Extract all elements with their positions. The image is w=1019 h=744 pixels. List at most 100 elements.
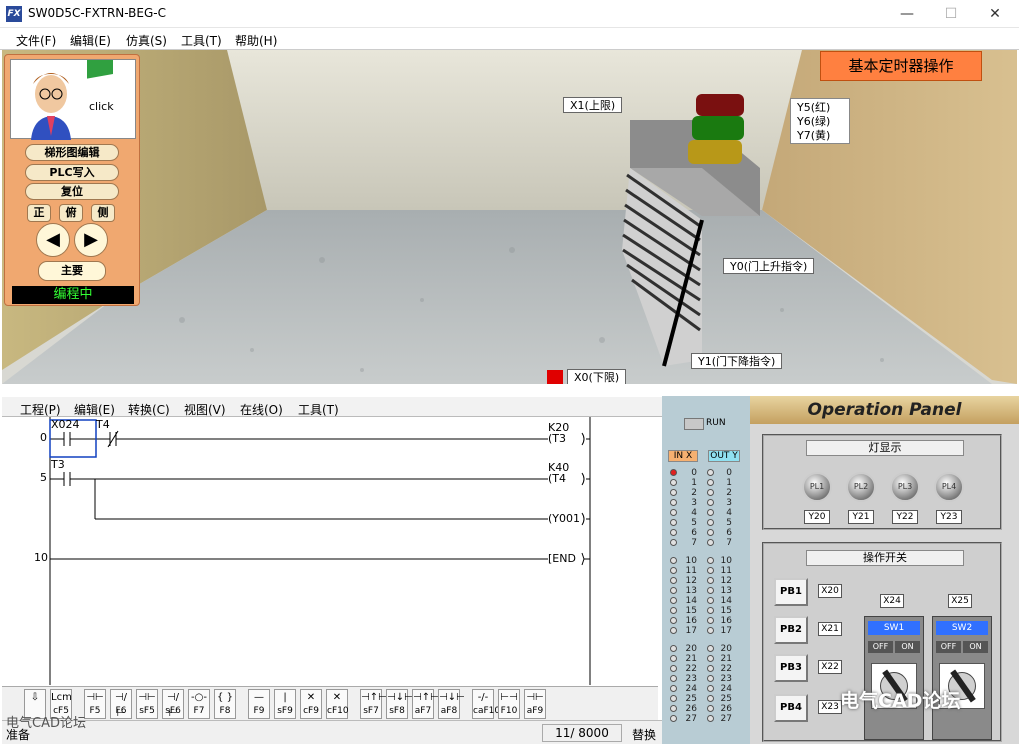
exercise-title-badge: 基本定时器操作 xyxy=(820,51,982,81)
coil-t3[interactable]: (T3 xyxy=(548,432,566,445)
app-icon[interactable]: FX xyxy=(6,6,22,22)
tutor-image[interactable]: click xyxy=(10,54,136,140)
menu-edit[interactable]: 编辑(E) xyxy=(70,32,111,49)
fkey-symbol: ⊣↓⊢ xyxy=(439,692,465,703)
menu-simulate[interactable]: 仿真(S) xyxy=(126,32,167,49)
fkey-sf5[interactable]: ⊣⊢ sF5 xyxy=(136,689,158,719)
fkey-f7[interactable]: -○- F7 xyxy=(188,689,210,719)
view-top-button[interactable]: 俯 xyxy=(59,204,83,222)
contact-t4[interactable]: T4 xyxy=(96,418,110,431)
sw1-on[interactable]: ON xyxy=(895,641,920,653)
main-button[interactable]: 主要 xyxy=(38,261,106,281)
output-number: 24 xyxy=(720,684,732,694)
input-number: 0 xyxy=(691,468,697,478)
input-led xyxy=(670,655,677,662)
sw2-on[interactable]: ON xyxy=(963,641,988,653)
menu-file[interactable]: 文件(F) xyxy=(16,32,56,49)
end-instruction[interactable]: [END xyxy=(548,552,576,565)
input-number: 22 xyxy=(685,664,697,674)
input-led xyxy=(670,675,677,682)
reset-button[interactable]: 复位 xyxy=(25,183,119,200)
next-button[interactable]: ▶ xyxy=(74,223,108,257)
ladder-menu-edit[interactable]: 编辑(E) xyxy=(74,401,115,418)
output-number: 22 xyxy=(720,664,732,674)
fkey-symbol: ⊢⊣ xyxy=(500,692,518,703)
input-led xyxy=(670,519,677,526)
output-number: 12 xyxy=(720,576,732,586)
fkey-cf9[interactable]: ✕ cF9 xyxy=(300,689,322,719)
input-led xyxy=(670,705,677,712)
io-row: 44 xyxy=(670,508,732,518)
input-led xyxy=(670,499,677,506)
ladder-menu-project[interactable]: 工程(P) xyxy=(20,401,61,418)
step-counter: 11/ 8000 xyxy=(542,724,622,742)
pb3-button[interactable]: PB3 xyxy=(774,654,808,682)
fkey-sf8[interactable]: ⊣↓⊢ sF8 xyxy=(386,689,413,719)
output-led xyxy=(707,469,714,476)
ladder-menu-tools[interactable]: 工具(T) xyxy=(298,401,339,418)
contact-x024[interactable]: X024 xyxy=(51,418,80,431)
fkey-f10[interactable]: ⊢⊣ F10 xyxy=(498,689,520,719)
fkey-f5[interactable]: ⊣⊢ F5 xyxy=(84,689,106,719)
sw2-switch[interactable]: SW2 OFF ON xyxy=(932,616,992,740)
output-number: 17 xyxy=(720,626,732,636)
ladder-menu-view[interactable]: 视图(V) xyxy=(184,401,226,418)
fkey-af7[interactable]: ⊣↑⊢ aF7 xyxy=(412,689,439,719)
menu-help[interactable]: 帮助(H) xyxy=(235,32,277,49)
coil-y001[interactable]: (Y001 xyxy=(548,512,580,525)
input-led xyxy=(670,587,677,594)
fkey-caf10[interactable]: -/- caF10 xyxy=(472,689,500,719)
output-led xyxy=(707,645,714,652)
prev-button[interactable]: ◀ xyxy=(36,223,70,257)
label-y5: Y5(红) xyxy=(797,101,831,114)
pb4-button[interactable]: PB4 xyxy=(774,694,808,722)
function-key-toolbar: ⇩ Lcm cF5 ⊣⊢ F5 ⊣/⊢ F6 ⊣⊢ sF5 ⊣/⊢ sF6 -○- F7{ } F8—… xyxy=(2,686,658,720)
ladder-menu-online[interactable]: 在线(O) xyxy=(240,401,283,418)
fkey-af8[interactable]: ⊣↓⊢ aF8 xyxy=(438,689,465,719)
fkey-sf9[interactable]: | sF9 xyxy=(274,689,296,719)
fkey-sf6[interactable]: ⊣/⊢ sF6 xyxy=(162,689,184,719)
input-number: 17 xyxy=(685,626,697,636)
fkey-af9[interactable]: ⊣⊢ aF9 xyxy=(524,689,546,719)
fkey-label: cF10 xyxy=(327,706,349,716)
coil-t4[interactable]: (T4 xyxy=(548,472,566,485)
control-panel: click 梯形图编辑 PLC写入 复位 正 俯 侧 ◀ ▶ 主要 编程中 xyxy=(4,54,140,306)
fkey-sf7[interactable]: ⊣↑⊢ sF7 xyxy=(360,689,387,719)
menu-tools[interactable]: 工具(T) xyxy=(181,32,222,49)
fkey-label: sF8 xyxy=(389,706,405,716)
view-side-button[interactable]: 侧 xyxy=(91,204,115,222)
ladder-edit-button[interactable]: 梯形图编辑 xyxy=(25,144,119,161)
close-button[interactable]: ✕ xyxy=(973,2,1017,26)
io-row: 14 14 xyxy=(670,596,732,606)
maximize-button[interactable]: ☐ xyxy=(929,2,973,26)
label-y1: Y1(门下降指令) xyxy=(691,353,783,369)
fkey-symbol: ⊣↑⊢ xyxy=(413,692,439,703)
fkey-label: aF8 xyxy=(440,706,458,716)
light-tower-legend: Y5(红) Y6(绿) Y7(黄) xyxy=(790,98,850,144)
fkey-f9[interactable]: — F9 xyxy=(248,689,270,719)
sw1-switch[interactable]: SW1 OFF ON xyxy=(864,616,924,740)
pb2-button[interactable]: PB2 xyxy=(774,616,808,644)
output-number: 5 xyxy=(726,518,732,528)
fkey-f8[interactable]: { } F8 xyxy=(214,689,236,719)
contact-t3[interactable]: T3 xyxy=(51,458,65,471)
lamp-label-y21: Y21 xyxy=(848,510,874,524)
ladder-menu-convert[interactable]: 转换(C) xyxy=(128,401,170,418)
lamp-label-y20: Y20 xyxy=(804,510,830,524)
pb1-button[interactable]: PB1 xyxy=(774,578,808,606)
minimize-button[interactable]: — xyxy=(885,2,929,26)
fkey-cf10[interactable]: ✕ cF10 xyxy=(326,689,349,719)
output-number: 25 xyxy=(720,694,732,704)
sw2-off[interactable]: OFF xyxy=(936,641,961,653)
view-front-button[interactable]: 正 xyxy=(27,204,51,222)
input-number: 12 xyxy=(685,576,697,586)
io-row: 10 10 xyxy=(670,556,732,566)
sw-label-x24: X24 xyxy=(880,594,904,608)
plc-write-button[interactable]: PLC写入 xyxy=(25,164,119,181)
pb-label-x22: X22 xyxy=(818,660,842,674)
sw1-label: SW1 xyxy=(868,621,920,635)
sw1-off[interactable]: OFF xyxy=(868,641,893,653)
fkey-label: sF5 xyxy=(139,706,155,716)
ladder-diagram[interactable] xyxy=(2,417,662,685)
fkey-f6[interactable]: ⊣/⊢ F6 xyxy=(110,689,132,719)
